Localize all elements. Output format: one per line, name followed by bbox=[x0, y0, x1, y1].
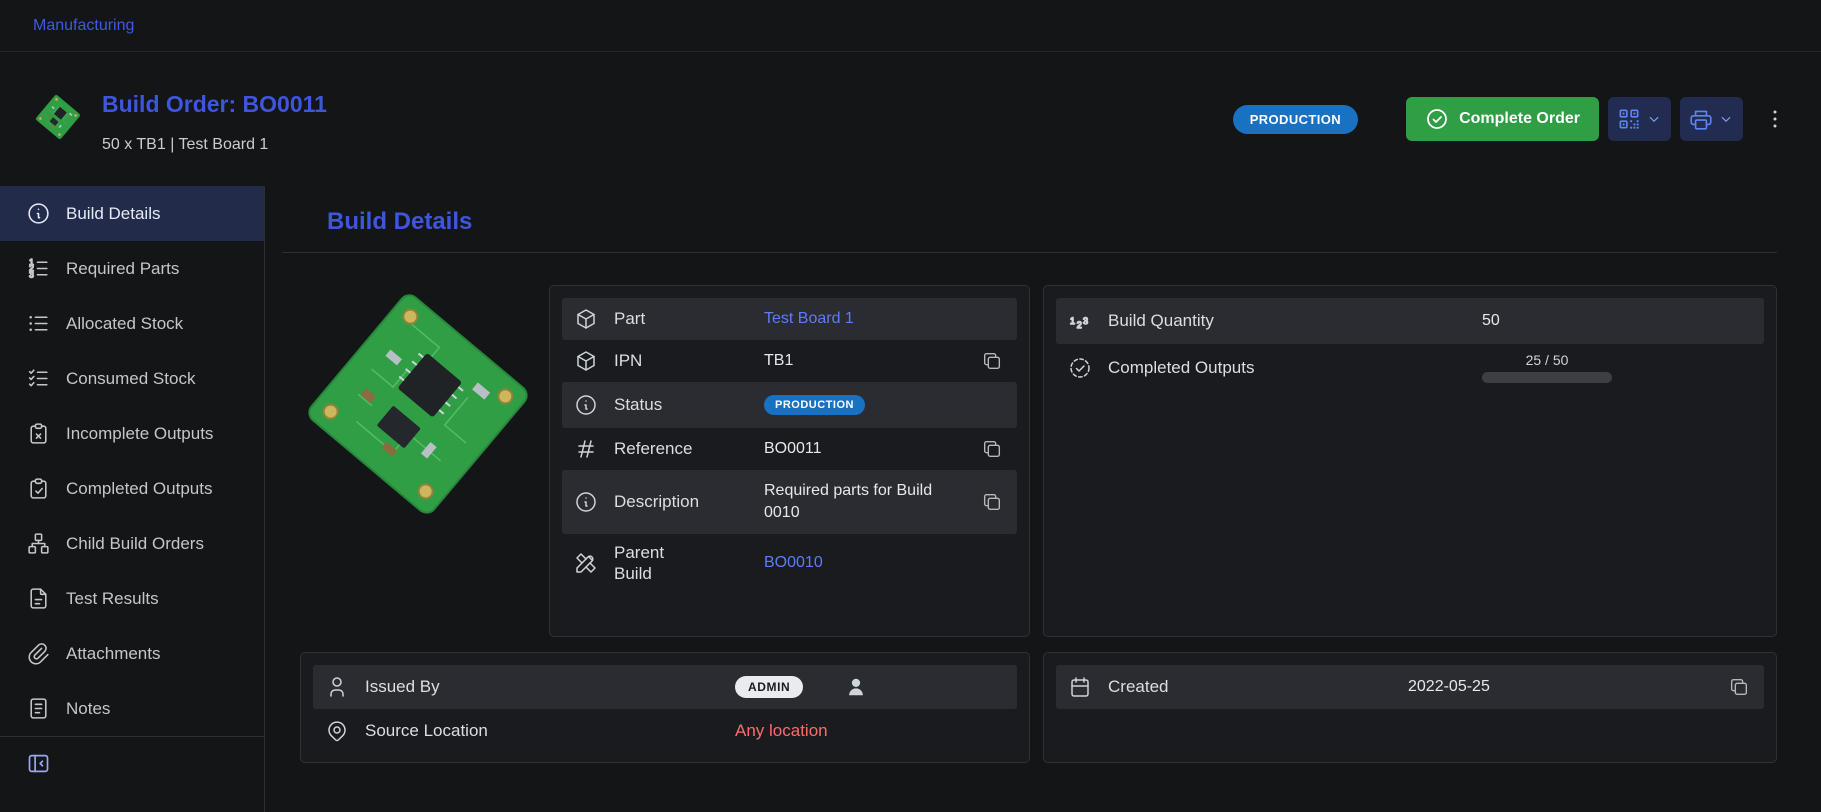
notes-icon bbox=[26, 696, 51, 721]
parent-build-link[interactable]: BO0010 bbox=[764, 554, 823, 572]
print-actions-button[interactable] bbox=[1680, 97, 1743, 141]
paperclip-icon bbox=[26, 641, 51, 666]
header-actions: PRODUCTION Complete Order bbox=[1233, 97, 1787, 141]
copy-icon bbox=[981, 350, 1003, 372]
printer-icon bbox=[1688, 106, 1714, 132]
part-link[interactable]: Test Board 1 bbox=[764, 310, 854, 328]
created-row: Created 2022-05-25 bbox=[1056, 665, 1764, 709]
build-quantity-row: Build Quantity 50 bbox=[1056, 298, 1764, 344]
copy-button[interactable] bbox=[981, 490, 1005, 514]
sidebar-item-allocated-stock[interactable]: Allocated Stock bbox=[0, 296, 264, 351]
progress-bar bbox=[1482, 372, 1612, 383]
copy-button[interactable] bbox=[981, 437, 1005, 461]
source-location-row: Source Location Any location bbox=[313, 709, 1017, 753]
calendar-icon bbox=[1068, 675, 1092, 699]
issued-panel: Issued By ADMIN Source Location Any loca… bbox=[300, 652, 1030, 763]
list-check-icon bbox=[26, 366, 51, 391]
breadcrumb-manufacturing[interactable]: Manufacturing bbox=[33, 17, 134, 35]
clipboard-check-icon bbox=[26, 476, 51, 501]
circle-check-icon bbox=[1428, 110, 1446, 128]
copy-icon bbox=[981, 438, 1003, 460]
section-title: Build Details bbox=[327, 208, 1777, 236]
build-details-grid: Part Test Board 1 IPN TB1 Status bbox=[300, 285, 1777, 763]
sidebar-item-notes[interactable]: Notes bbox=[0, 681, 264, 736]
box-icon bbox=[574, 349, 598, 373]
sidebar-divider bbox=[0, 736, 264, 737]
quantity-panel: Build Quantity 50 Completed Outputs 25 /… bbox=[1043, 285, 1777, 637]
info-circle-icon bbox=[574, 490, 598, 514]
completed-outputs-progress: 25 / 50 bbox=[1482, 352, 1612, 383]
overflow-menu-button[interactable] bbox=[1763, 97, 1787, 141]
complete-order-button[interactable]: Complete Order bbox=[1406, 97, 1599, 141]
numbers-123-icon bbox=[1068, 309, 1092, 333]
sidebar-item-completed-outputs[interactable]: Completed Outputs bbox=[0, 461, 264, 516]
box-icon bbox=[574, 307, 598, 331]
progress-label: 25 / 50 bbox=[1526, 352, 1569, 368]
sidebar-item-consumed-stock[interactable]: Consumed Stock bbox=[0, 351, 264, 406]
qrcode-icon bbox=[1616, 106, 1642, 132]
app-root: Manufacturing Build Order: BO0011 50 x T… bbox=[0, 0, 1821, 812]
source-location-value: Any location bbox=[735, 721, 828, 741]
copy-button[interactable] bbox=[1728, 675, 1752, 699]
detail-row-part: Part Test Board 1 bbox=[562, 298, 1017, 340]
detail-row-status: Status PRODUCTION bbox=[562, 382, 1017, 428]
sidebar-item-incomplete-outputs[interactable]: Incomplete Outputs bbox=[0, 406, 264, 461]
detail-row-description: Description Required parts for Build 001… bbox=[562, 470, 1017, 534]
sidebar-collapse-button[interactable] bbox=[25, 750, 57, 777]
progress-check-icon bbox=[1068, 356, 1092, 380]
info-circle-icon bbox=[26, 201, 51, 226]
sidebar-item-child-build-orders[interactable]: Child Build Orders bbox=[0, 516, 264, 571]
barcode-actions-button[interactable] bbox=[1608, 97, 1671, 141]
created-panel: Created 2022-05-25 bbox=[1043, 652, 1777, 763]
info-circle-icon bbox=[574, 393, 598, 417]
page-title: Build Order: BO0011 bbox=[102, 91, 327, 118]
copy-icon bbox=[1728, 676, 1750, 698]
copy-button[interactable] bbox=[981, 349, 1005, 373]
breadcrumb: Manufacturing bbox=[0, 0, 1821, 52]
page-subtitle: 50 x TB1 | Test Board 1 bbox=[102, 136, 327, 154]
build-quantity-value: 50 bbox=[1482, 312, 1500, 330]
details-panel: Part Test Board 1 IPN TB1 Status bbox=[549, 285, 1030, 637]
sitemap-icon bbox=[26, 531, 51, 556]
list-numbers-icon bbox=[26, 256, 51, 281]
status-badge: PRODUCTION bbox=[1233, 105, 1358, 134]
issued-by-row: Issued By ADMIN bbox=[313, 665, 1017, 709]
dots-vertical-icon bbox=[1763, 107, 1787, 131]
detail-row-ipn: IPN TB1 bbox=[562, 340, 1017, 382]
sidebar: Build Details Required Parts Allocated S… bbox=[0, 186, 265, 812]
content-area: Build Details Required Parts Allocated S… bbox=[0, 186, 1821, 812]
map-pin-icon bbox=[325, 719, 349, 743]
detail-row-reference: Reference BO0011 bbox=[562, 428, 1017, 470]
chevron-down-icon bbox=[1717, 110, 1735, 128]
sidebar-item-test-results[interactable]: Test Results bbox=[0, 571, 264, 626]
section-divider bbox=[282, 252, 1777, 253]
completed-outputs-row: Completed Outputs 25 / 50 bbox=[1056, 344, 1764, 391]
list-icon bbox=[26, 311, 51, 336]
file-report-icon bbox=[26, 586, 51, 611]
user-icon bbox=[325, 675, 349, 699]
user-filled-icon bbox=[845, 676, 867, 698]
header-title-group: Build Order: BO0011 50 x TB1 | Test Boar… bbox=[34, 85, 327, 154]
sidebar-item-attachments[interactable]: Attachments bbox=[0, 626, 264, 681]
admin-badge: ADMIN bbox=[735, 676, 803, 698]
page-header: Build Order: BO0011 50 x TB1 | Test Boar… bbox=[0, 52, 1821, 186]
created-value: 2022-05-25 bbox=[1408, 678, 1490, 696]
status-badge-small: PRODUCTION bbox=[764, 395, 865, 415]
chevron-down-icon bbox=[1645, 110, 1663, 128]
clipboard-x-icon bbox=[26, 421, 51, 446]
part-thumbnail[interactable] bbox=[34, 93, 82, 141]
hash-icon bbox=[574, 437, 598, 461]
main-panel: Build Details Part Test Board 1 bbox=[265, 186, 1821, 812]
sidebar-item-required-parts[interactable]: Required Parts bbox=[0, 241, 264, 296]
part-image[interactable] bbox=[300, 285, 536, 523]
sidebar-item-build-details[interactable]: Build Details bbox=[0, 186, 264, 241]
tools-icon bbox=[574, 551, 598, 575]
detail-row-parent-build: Parent Build BO0010 bbox=[562, 534, 1017, 593]
copy-icon bbox=[981, 491, 1003, 513]
sidebar-collapse-icon bbox=[25, 750, 52, 777]
